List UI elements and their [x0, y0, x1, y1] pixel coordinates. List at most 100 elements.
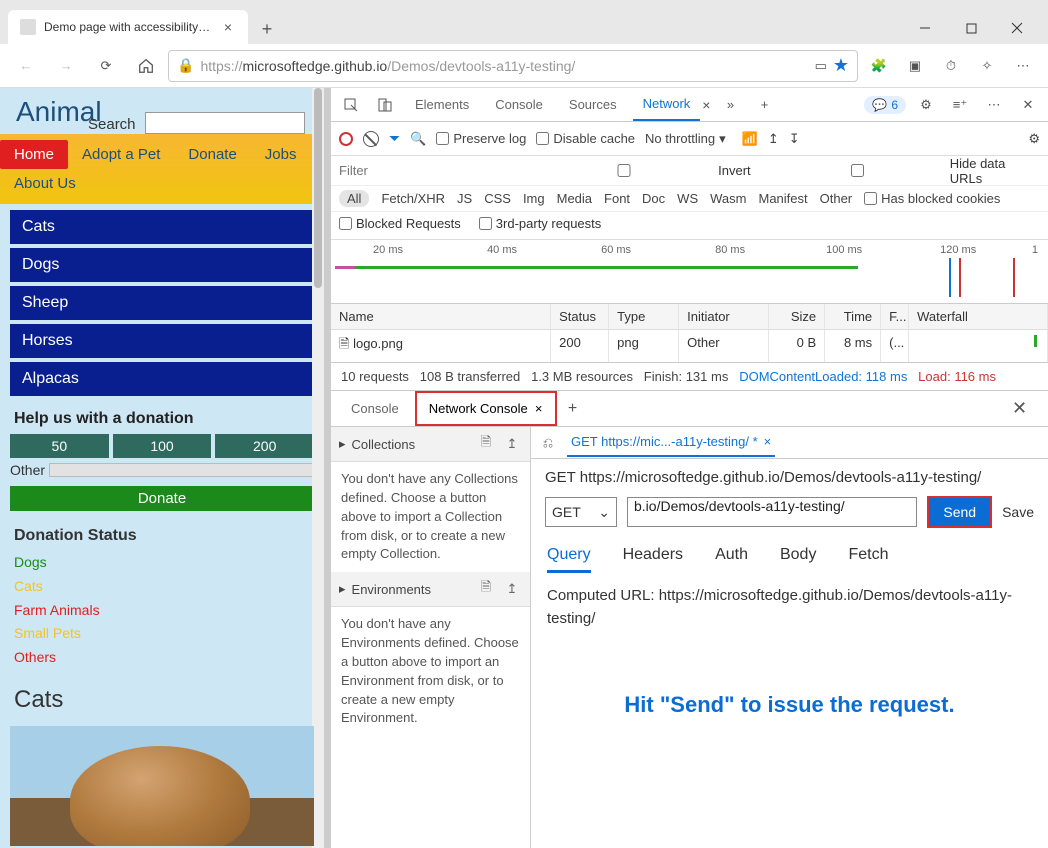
type-filter[interactable]: Wasm — [710, 191, 746, 206]
minimize-button[interactable] — [902, 12, 948, 44]
preserve-log-checkbox[interactable]: Preserve log — [436, 131, 526, 146]
reload-button[interactable]: ⟳ — [88, 48, 124, 84]
inspect-icon[interactable] — [337, 91, 365, 119]
type-filter[interactable]: JS — [457, 191, 472, 206]
filter-input[interactable] — [339, 163, 516, 178]
tab-network[interactable]: Network — [633, 88, 701, 121]
tab-sources[interactable]: Sources — [559, 89, 627, 120]
close-devtools-icon[interactable]: ✕ — [1014, 91, 1042, 119]
tab-elements[interactable]: Elements — [405, 89, 479, 120]
subtab-query[interactable]: Query — [547, 542, 591, 573]
type-filter[interactable]: Manifest — [758, 191, 807, 206]
search-input[interactable] — [145, 112, 305, 134]
sidenav-item[interactable]: Dogs — [10, 248, 314, 282]
sidenav-item[interactable]: Alpacas — [10, 362, 314, 396]
menu-about[interactable]: About Us — [0, 169, 90, 198]
menu-icon[interactable]: ⋯ — [1006, 48, 1040, 84]
import-icon[interactable]: 🗎 — [476, 578, 496, 600]
import-icon[interactable]: 🗎 — [476, 433, 496, 455]
menu-adopt[interactable]: Adopt a Pet — [68, 140, 174, 169]
throttling-select[interactable]: No throttling ▾ — [645, 131, 726, 147]
menu-home[interactable]: Home — [0, 140, 68, 169]
back-icon[interactable]: ⎌ — [539, 435, 557, 451]
subtab-auth[interactable]: Auth — [715, 542, 748, 573]
blocked-requests-checkbox[interactable]: Blocked Requests — [339, 216, 461, 231]
new-tab-button[interactable]: + — [252, 14, 282, 44]
sidenav-item[interactable]: Horses — [10, 324, 314, 358]
type-filter[interactable]: Media — [557, 191, 592, 206]
favorite-icon[interactable]: ★ — [833, 55, 849, 76]
add-tab-icon[interactable]: + — [750, 91, 778, 119]
collections-header[interactable]: ▸ Collections🗎↥ — [331, 427, 530, 462]
amount-option[interactable]: 50 — [10, 434, 109, 458]
url-input[interactable]: b.io/Demos/devtools-a11y-testing/ — [627, 497, 917, 527]
performance-icon[interactable]: ⏱ — [934, 48, 968, 84]
close-window-button[interactable] — [994, 12, 1040, 44]
environments-header[interactable]: ▸ Environments🗎↥ — [331, 572, 530, 607]
amount-option[interactable]: 200 — [215, 434, 314, 458]
type-filter[interactable]: Other — [820, 191, 853, 206]
collections-icon[interactable]: ▣ — [898, 48, 932, 84]
home-button[interactable] — [128, 48, 164, 84]
tab-console[interactable]: Console — [485, 89, 553, 120]
menu-donate[interactable]: Donate — [174, 140, 250, 169]
customize-icon[interactable]: ≡⁺ — [946, 91, 974, 119]
subtab-body[interactable]: Body — [780, 542, 816, 573]
maximize-button[interactable] — [948, 12, 994, 44]
hide-data-urls-checkbox[interactable]: Hide data URLs — [769, 156, 1040, 186]
network-timeline[interactable]: 20 ms 40 ms 60 ms 80 ms 100 ms 120 ms 1 — [331, 240, 1048, 304]
type-filter[interactable]: Img — [523, 191, 545, 206]
other-amount-slider[interactable] — [49, 463, 314, 477]
has-blocked-cookies-checkbox[interactable]: Has blocked cookies — [864, 191, 1000, 206]
download-icon[interactable]: ↧ — [789, 131, 800, 147]
type-filter[interactable]: WS — [677, 191, 698, 206]
drawer-close-icon[interactable]: ✕ — [1012, 398, 1040, 419]
menu-jobs[interactable]: Jobs — [251, 140, 311, 169]
wifi-icon[interactable]: 📶 — [742, 131, 758, 147]
type-filter[interactable]: Font — [604, 191, 630, 206]
close-tab-icon[interactable]: × — [702, 97, 710, 113]
issues-badge[interactable]: 💬 6 — [864, 96, 906, 114]
reader-icon[interactable]: ▭ — [815, 58, 827, 74]
search-icon[interactable]: 🔍 — [410, 131, 426, 147]
record-icon[interactable] — [339, 132, 353, 146]
type-all[interactable]: All — [339, 190, 369, 207]
url-field[interactable]: 🔒 https://microsoftedge.github.io/Demos/… — [168, 50, 858, 82]
disable-cache-checkbox[interactable]: Disable cache — [536, 131, 635, 146]
request-tab[interactable]: GET https://mic...-a11y-testing/ *× — [567, 428, 775, 457]
drawer-tab-network-console[interactable]: Network Console × — [415, 391, 557, 426]
save-button[interactable]: Save — [1002, 504, 1034, 520]
settings-icon[interactable]: ⚙ — [912, 91, 940, 119]
more-tabs-icon[interactable]: » — [716, 91, 744, 119]
browser-tab[interactable]: Demo page with accessibility iss × — [8, 10, 248, 44]
invert-checkbox[interactable]: Invert — [534, 163, 751, 178]
more-icon[interactable]: ⋯ — [980, 91, 1008, 119]
appearance-icon[interactable]: ✧ — [970, 48, 1004, 84]
type-filter[interactable]: Fetch/XHR — [381, 191, 445, 206]
forward-button[interactable]: → — [48, 48, 84, 84]
sidenav-item[interactable]: Cats — [10, 210, 314, 244]
export-icon[interactable]: ↥ — [502, 436, 522, 452]
send-button[interactable]: Send — [927, 496, 992, 528]
export-icon[interactable]: ↥ — [502, 581, 522, 597]
third-party-checkbox[interactable]: 3rd-party requests — [479, 216, 602, 231]
extensions-icon[interactable]: 🧩 — [862, 48, 896, 84]
table-row[interactable]: 🗎 logo.png 200 png Other 0 B 8 ms (... — [331, 330, 1048, 362]
drawer-tab-console[interactable]: Console — [339, 393, 411, 424]
close-tab-icon[interactable]: × — [220, 19, 236, 35]
device-icon[interactable] — [371, 91, 399, 119]
subtab-headers[interactable]: Headers — [623, 542, 683, 573]
filter-icon[interactable]: ⏷ — [389, 130, 400, 147]
sidenav-item[interactable]: Sheep — [10, 286, 314, 320]
upload-icon[interactable]: ↥ — [768, 131, 779, 147]
drawer-add-tab[interactable]: + — [561, 400, 585, 418]
clear-icon[interactable] — [363, 131, 379, 147]
close-icon[interactable]: × — [764, 434, 772, 449]
donate-button[interactable]: Donate — [10, 486, 314, 511]
amount-option[interactable]: 100 — [113, 434, 212, 458]
subtab-fetch[interactable]: Fetch — [848, 542, 888, 573]
method-select[interactable]: GET⌄ — [545, 497, 617, 527]
back-button[interactable]: ← — [8, 48, 44, 84]
type-filter[interactable]: CSS — [484, 191, 511, 206]
network-settings-icon[interactable]: ⚙ — [1028, 131, 1040, 147]
